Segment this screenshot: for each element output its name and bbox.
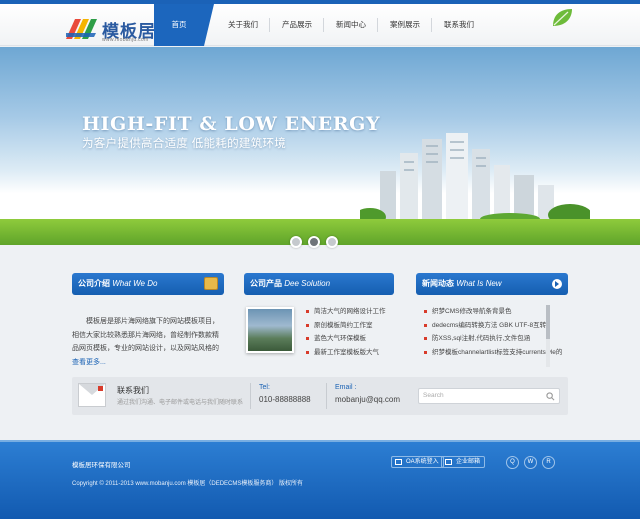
list-item[interactable]: 原创模板简约工作室 bbox=[306, 319, 386, 333]
nav-home[interactable]: 首页 bbox=[154, 4, 214, 46]
company-mail-button[interactable]: 企业邮箱 bbox=[441, 456, 486, 468]
main-nav: 首页 关于我们 产品展示 新闻中心 案例展示 联系我们 bbox=[154, 4, 486, 46]
footer-copyright: Copyright © 2011-2013 www.mobanju.com 模板… bbox=[72, 481, 304, 487]
logo-subtitle: www.mobanju.com bbox=[102, 37, 149, 43]
briefcase-icon bbox=[204, 277, 218, 290]
site-footer: 模板居环保有限公司 Copyright © 2011-2013 www.moba… bbox=[0, 440, 640, 519]
tel-value: 010-88888888 bbox=[259, 395, 311, 404]
logo-mark-icon bbox=[66, 19, 97, 39]
search-icon[interactable] bbox=[546, 392, 555, 401]
footer-company: 模板居环保有限公司 bbox=[72, 462, 131, 469]
contact-strip: 联系我们 通过我们沟通、电子邮件或电话与我们随时联系 Tel: 010-8888… bbox=[72, 377, 568, 415]
leaf-icon bbox=[553, 9, 572, 26]
about-title-en: What We Do bbox=[112, 279, 158, 288]
city-buildings-illustration bbox=[360, 133, 590, 223]
rss-icon[interactable]: R bbox=[542, 456, 555, 469]
nav-news[interactable]: 新闻中心 bbox=[324, 4, 378, 46]
slider-dot[interactable] bbox=[290, 236, 302, 248]
products-title-cn: 公司产品 bbox=[250, 279, 282, 288]
slider-pagination bbox=[290, 236, 338, 248]
monitor-icon bbox=[395, 459, 402, 465]
news-scrollbar[interactable] bbox=[546, 305, 550, 367]
nav-label: 产品展示 bbox=[282, 20, 312, 29]
more-arrow-icon[interactable] bbox=[552, 279, 562, 289]
divider bbox=[326, 383, 327, 409]
email-label: Email : bbox=[335, 384, 357, 391]
contact-description: 通过我们沟通、电子邮件或电话与我们随时联系 bbox=[117, 400, 244, 406]
about-body: 模板居是那片海网络旗下的网站模板项目，相信大家比较熟悉那片海网络，曾经制作数款精… bbox=[72, 318, 219, 352]
company-mail-label: 企业邮箱 bbox=[456, 459, 481, 465]
nav-label: 首页 bbox=[171, 20, 187, 29]
email-value[interactable]: mobanju@qq.com bbox=[335, 395, 400, 404]
banner-tagline: 为客户提供高合适度 低能耗的建筑环境 bbox=[82, 138, 287, 150]
slider-dot-active[interactable] bbox=[308, 236, 320, 248]
nav-label: 关于我们 bbox=[228, 20, 258, 29]
search-placeholder: Search bbox=[423, 392, 444, 399]
news-list: 织梦CMS修改导航条背景色 dedecms编码转换方法 GBK UTF-8互转 … bbox=[424, 305, 562, 359]
footer-highlight bbox=[0, 440, 640, 442]
nav-products[interactable]: 产品展示 bbox=[270, 4, 324, 46]
list-item[interactable]: 最新工作室模板版大气 bbox=[306, 346, 386, 360]
site-header: 模板居 www.mobanju.com 首页 关于我们 产品展示 新闻中心 案例… bbox=[0, 4, 640, 46]
weibo-icon[interactable]: W bbox=[524, 456, 537, 469]
about-text: 模板居是那片海网络旗下的网站模板项目，相信大家比较熟悉那片海网络，曾经制作数款精… bbox=[72, 315, 224, 369]
list-item[interactable]: dedecms编码转换方法 GBK UTF-8互转 bbox=[424, 319, 562, 333]
about-header: 公司介绍 What We Do bbox=[72, 273, 224, 295]
qq-icon[interactable]: Q bbox=[506, 456, 519, 469]
mail-icon bbox=[445, 459, 452, 465]
oa-login-button[interactable]: OA系统登入 bbox=[391, 456, 444, 468]
list-item[interactable]: 简洁大气的网络设计工作 bbox=[306, 305, 386, 319]
products-list: 简洁大气的网络设计工作 原创模板简约工作室 蓝色大气环保模板 最新工作室模板版大… bbox=[306, 305, 386, 359]
nav-cases[interactable]: 案例展示 bbox=[378, 4, 432, 46]
stamp-icon bbox=[98, 386, 103, 391]
news-header: 新闻动态 What Is New bbox=[416, 273, 568, 295]
nav-label: 案例展示 bbox=[390, 20, 420, 29]
list-item[interactable]: 蓝色大气环保模板 bbox=[306, 332, 386, 346]
nav-about[interactable]: 关于我们 bbox=[216, 4, 270, 46]
news-title-cn: 新闻动态 bbox=[422, 279, 454, 288]
contact-title: 联系我们 bbox=[117, 386, 149, 395]
tel-label: Tel: bbox=[259, 384, 270, 391]
nav-label: 新闻中心 bbox=[336, 20, 366, 29]
oa-login-label: OA系统登入 bbox=[406, 459, 439, 465]
banner-headline: HIGH-FIT & LOW ENERGY bbox=[82, 113, 381, 135]
list-item[interactable]: 防XSS,sql注射,代码执行,文件包涵 bbox=[424, 332, 562, 346]
divider bbox=[250, 383, 251, 409]
search-input[interactable]: Search bbox=[418, 388, 560, 404]
nav-contact[interactable]: 联系我们 bbox=[432, 4, 486, 46]
envelope-icon bbox=[78, 383, 106, 407]
slider-dot[interactable] bbox=[326, 236, 338, 248]
scrollbar-thumb[interactable] bbox=[546, 305, 550, 339]
about-more-link[interactable]: 查看更多... bbox=[72, 359, 106, 366]
list-item[interactable]: 织梦模板channelartlist标签支持currentstyle的 bbox=[424, 346, 562, 360]
products-header: 公司产品 Dee Solution bbox=[244, 273, 394, 295]
list-item[interactable]: 织梦CMS修改导航条背景色 bbox=[424, 305, 562, 319]
product-thumbnail[interactable] bbox=[246, 307, 294, 353]
news-title-en: What Is New bbox=[456, 279, 502, 288]
products-title-en: Dee Solution bbox=[284, 279, 331, 288]
nav-label: 联系我们 bbox=[444, 20, 474, 29]
about-title-cn: 公司介绍 bbox=[78, 279, 110, 288]
hero-banner: HIGH-FIT & LOW ENERGY 为客户提供高合适度 低能耗的建筑环境 bbox=[0, 47, 640, 245]
